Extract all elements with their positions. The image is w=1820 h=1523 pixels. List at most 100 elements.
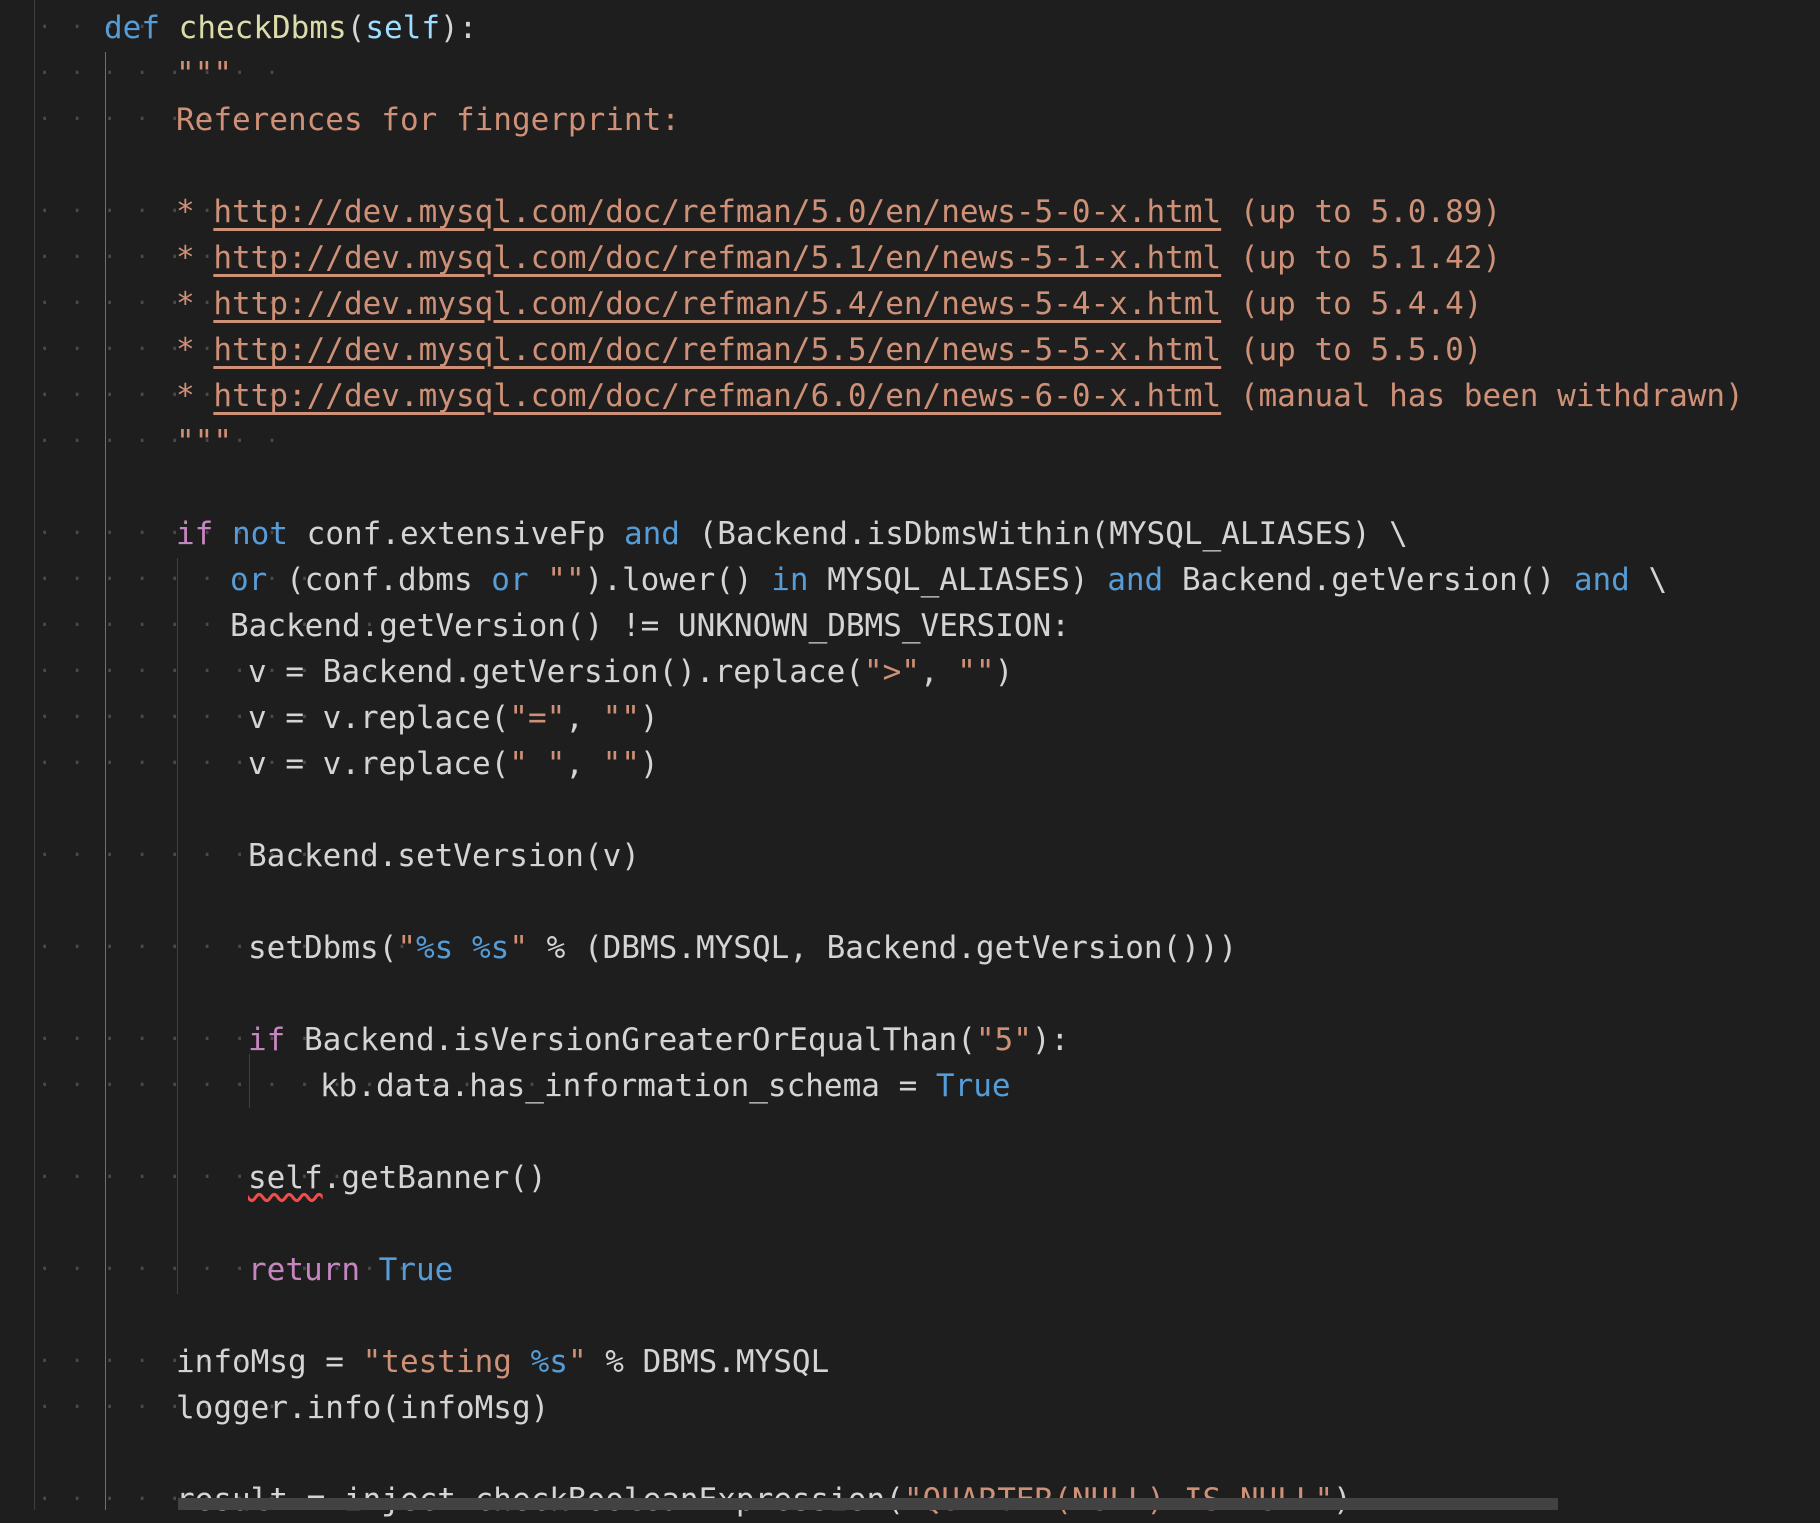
code-line[interactable]: · · · · · · · · """ — [0, 419, 1820, 465]
code-lines: · · · · def checkDbms(self): · · · · · · ·… — [0, 5, 1820, 1523]
code-line[interactable] — [0, 465, 1820, 511]
code-line[interactable]: · · · · · · · · · · · · Backend.setVersio… — [0, 833, 1820, 879]
code-token: " — [567, 1344, 587, 1380]
code-token: or — [491, 562, 529, 598]
code-token: (up to 5.1.42) — [1221, 240, 1502, 276]
code-text: * http://dev.mysql.com/doc/refman/5.5/en… — [176, 327, 1482, 373]
code-line[interactable]: · · · · · · · · · · · · return True — [0, 1247, 1820, 1293]
code-line[interactable]: · · · · · · · · * http://dev.mysql.com/do… — [0, 281, 1820, 327]
code-line[interactable]: · · · · · · · · infoMsg = "testing %s" % … — [0, 1339, 1820, 1385]
horizontal-scrollbar[interactable] — [178, 1498, 1558, 1510]
code-line[interactable]: · · · · · · · · · · · · · · · · kb.data.h… — [0, 1063, 1820, 1109]
code-text: """ — [176, 419, 232, 465]
code-text: def checkDbms(self): — [104, 5, 477, 51]
code-token: , — [565, 746, 603, 782]
code-line[interactable] — [0, 971, 1820, 1017]
code-text: """ — [176, 51, 232, 97]
code-line[interactable] — [0, 787, 1820, 833]
code-token: Backend.getVersion() — [1163, 562, 1574, 598]
code-token: conf.extensiveFp — [288, 516, 624, 552]
code-token: return — [248, 1252, 360, 1288]
code-line[interactable]: · · · · · · · · * http://dev.mysql.com/do… — [0, 327, 1820, 373]
code-line[interactable]: · · · · · · · · · · · · self.getBanner() — [0, 1155, 1820, 1201]
code-token: def — [104, 10, 160, 46]
url-link[interactable]: http://dev.mysql.com/doc/refman/5.5/en/n… — [213, 332, 1221, 368]
code-token: * — [176, 194, 214, 230]
code-token: ) — [639, 746, 659, 782]
code-token: "" — [602, 746, 640, 782]
code-line[interactable]: · · · · · · · · · · · · or (conf.dbms or … — [0, 557, 1820, 603]
code-token: (up to 5.0.89) — [1221, 194, 1502, 230]
code-token: """ — [176, 424, 232, 460]
url-link[interactable]: http://dev.mysql.com/doc/refman/5.0/en/n… — [213, 194, 1221, 230]
code-token: infoMsg = — [176, 1344, 363, 1380]
code-line[interactable] — [0, 1431, 1820, 1477]
code-line[interactable] — [0, 1293, 1820, 1339]
code-line[interactable] — [0, 1201, 1820, 1247]
code-line[interactable]: · · · · · · · · * http://dev.mysql.com/do… — [0, 189, 1820, 235]
code-editor[interactable]: · · · · def checkDbms(self): · · · · · · ·… — [0, 0, 1820, 1518]
code-token: " — [397, 930, 416, 966]
code-line[interactable] — [0, 1109, 1820, 1155]
code-token: in — [771, 562, 809, 598]
code-line[interactable]: · · · · · · · · * http://dev.mysql.com/do… — [0, 235, 1820, 281]
code-line[interactable]: · · · · · · · · logger.info(infoMsg) — [0, 1385, 1820, 1431]
code-line[interactable]: · · · · · · · · · · · · v = v.replace(" "… — [0, 741, 1820, 787]
code-token: not — [232, 516, 288, 552]
code-token: Backend.isVersionGreaterOrEqualThan( — [285, 1022, 976, 1058]
code-text: Backend.getVersion() != UNKNOWN_DBMS_VER… — [230, 603, 1070, 649]
code-token: self — [248, 1160, 323, 1196]
code-token: if — [176, 516, 214, 552]
code-token: (manual has been withdrawn) — [1221, 378, 1744, 414]
code-token: "testing — [362, 1344, 531, 1380]
code-token: Backend.setVersion(v) — [248, 838, 640, 874]
code-token: , — [919, 654, 958, 690]
code-text: setDbms("%s %s" % (DBMS.MYSQL, Backend.g… — [248, 925, 1237, 971]
code-line[interactable]: · · · · · · · · · · · · v = Backend.getVe… — [0, 649, 1820, 695]
code-line[interactable] — [0, 879, 1820, 925]
code-line[interactable]: · · · · · · · · · · · · setDbms("%s %s" %… — [0, 925, 1820, 971]
code-token: or — [230, 562, 268, 598]
code-token: %s — [530, 1344, 568, 1380]
code-token: "" — [547, 562, 585, 598]
code-token: \ — [1629, 562, 1668, 598]
url-link[interactable]: http://dev.mysql.com/doc/refman/5.4/en/n… — [213, 286, 1221, 322]
url-link[interactable]: http://dev.mysql.com/doc/refman/5.1/en/n… — [213, 240, 1221, 276]
code-token: ): — [439, 10, 478, 46]
code-token: and — [1107, 562, 1164, 598]
code-line[interactable]: · · · · · · · · · · · · if Backend.isVers… — [0, 1017, 1820, 1063]
code-line[interactable]: · · · · · · · · · · · · Backend.getVersio… — [0, 603, 1820, 649]
code-token: .getBanner() — [322, 1160, 547, 1196]
code-text: self.getBanner() — [248, 1155, 547, 1201]
code-line[interactable]: · · · · · · · · * http://dev.mysql.com/do… — [0, 373, 1820, 419]
code-token: """ — [176, 56, 232, 92]
code-line[interactable]: · · · · · · · · · · · · v = v.replace("="… — [0, 695, 1820, 741]
whitespace-marker: · · · · · · · · — [38, 61, 282, 86]
code-line[interactable] — [0, 143, 1820, 189]
code-text: * http://dev.mysql.com/doc/refman/6.0/en… — [176, 373, 1744, 419]
code-token: * — [176, 332, 214, 368]
code-line[interactable]: · · · · def checkDbms(self): — [0, 5, 1820, 51]
code-line[interactable]: · · · · · · · · """ — [0, 51, 1820, 97]
code-token: (up to 5.4.4) — [1221, 286, 1483, 322]
code-text: logger.info(infoMsg) — [176, 1385, 549, 1431]
url-link[interactable]: http://dev.mysql.com/doc/refman/6.0/en/n… — [213, 378, 1221, 414]
code-line[interactable]: · · · · · · · · if not conf.extensiveFp a… — [0, 511, 1820, 557]
code-token: and — [1573, 562, 1630, 598]
code-text: return True — [248, 1247, 453, 1293]
code-text: * http://dev.mysql.com/doc/refman/5.4/en… — [176, 281, 1482, 327]
code-text: v = v.replace("=", "") — [248, 695, 659, 741]
code-token: setDbms( — [248, 930, 398, 966]
code-text: * http://dev.mysql.com/doc/refman/5.1/en… — [176, 235, 1501, 281]
code-token: % (DBMS.MYSQL, Backend.getVersion())) — [527, 930, 1238, 966]
code-token: if — [248, 1022, 286, 1058]
code-token: kb.data.has_information_schema = — [320, 1068, 936, 1104]
code-token: %s %s — [415, 930, 510, 966]
code-token: logger.info(infoMsg) — [176, 1390, 550, 1426]
code-token: " " — [509, 746, 566, 782]
code-token: " — [509, 930, 528, 966]
code-text: kb.data.has_information_schema = True — [320, 1063, 1011, 1109]
code-line[interactable]: · · · · · · · · References for fingerprin… — [0, 97, 1820, 143]
